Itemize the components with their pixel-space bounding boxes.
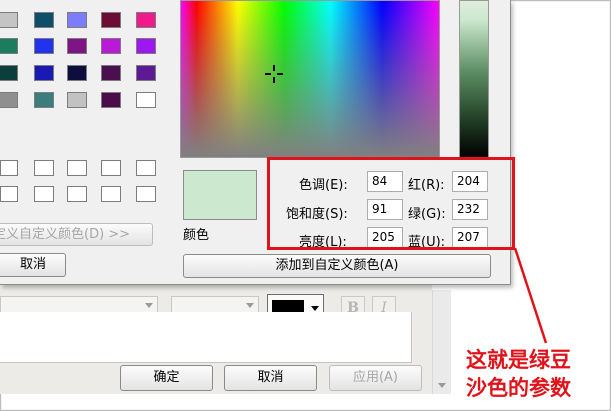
custom-color-slot[interactable] [67, 160, 87, 176]
annotation-line-2: 沙色的参数 [466, 376, 571, 400]
chevron-down-icon [246, 303, 254, 308]
add-to-custom-colors-button[interactable]: 添加到自定义颜色(A) [183, 254, 491, 278]
color-solid-preview [183, 170, 257, 220]
basic-color-swatch[interactable] [136, 12, 156, 28]
highlight-box [267, 157, 515, 250]
custom-color-slot[interactable] [67, 186, 87, 202]
custom-color-slot[interactable] [101, 186, 121, 202]
basic-color-swatch[interactable] [136, 92, 156, 108]
custom-color-slot[interactable] [101, 160, 121, 176]
basic-color-swatch[interactable] [34, 92, 54, 108]
basic-color-swatch[interactable] [0, 38, 18, 54]
basic-color-swatch[interactable] [101, 38, 121, 54]
custom-color-slot[interactable] [0, 160, 18, 176]
ok-button[interactable]: 确定 [120, 365, 213, 391]
basic-color-swatch[interactable] [0, 12, 18, 28]
chevron-down-icon [145, 303, 153, 308]
custom-color-slot[interactable] [34, 186, 54, 202]
basic-color-swatch[interactable] [0, 65, 18, 81]
luminance-slider[interactable] [459, 0, 489, 158]
custom-color-slot[interactable] [136, 160, 156, 176]
basic-color-swatch[interactable] [136, 38, 156, 54]
color-cancel-button[interactable]: 取消 [0, 253, 66, 277]
define-custom-colors-button[interactable]: 定义自定义颜色(D) >> [0, 223, 153, 246]
scroll-down-icon [438, 383, 446, 388]
color-label: 颜色 [183, 228, 210, 243]
basic-color-swatch[interactable] [34, 38, 54, 54]
annotation-line-1: 这就是绿豆 [466, 348, 571, 372]
crosshair-icon [265, 65, 283, 83]
scrollbar[interactable] [432, 290, 451, 394]
custom-color-slot[interactable] [0, 186, 18, 202]
basic-color-swatch[interactable] [0, 92, 18, 108]
basic-color-swatch[interactable] [67, 92, 87, 108]
font-dialog: B I 确定 取消 应用(A) [0, 284, 432, 394]
color-spectrum-picker[interactable] [180, 0, 440, 158]
basic-color-swatch[interactable] [136, 65, 156, 81]
chevron-down-icon [311, 306, 319, 311]
annotation-text: 这就是绿豆 沙色的参数 [466, 346, 571, 402]
basic-color-swatch[interactable] [101, 92, 121, 108]
basic-color-swatch[interactable] [67, 65, 87, 81]
basic-color-swatch[interactable] [67, 38, 87, 54]
font-preview-box [0, 312, 412, 363]
basic-color-swatch[interactable] [34, 65, 54, 81]
basic-color-swatch[interactable] [101, 65, 121, 81]
custom-color-slot[interactable] [34, 160, 54, 176]
custom-color-slot[interactable] [136, 186, 156, 202]
basic-color-swatch[interactable] [34, 12, 54, 28]
basic-color-swatch[interactable] [67, 12, 87, 28]
font-cancel-button[interactable]: 取消 [224, 365, 317, 391]
basic-color-swatch[interactable] [101, 12, 121, 28]
apply-button[interactable]: 应用(A) [329, 365, 422, 391]
